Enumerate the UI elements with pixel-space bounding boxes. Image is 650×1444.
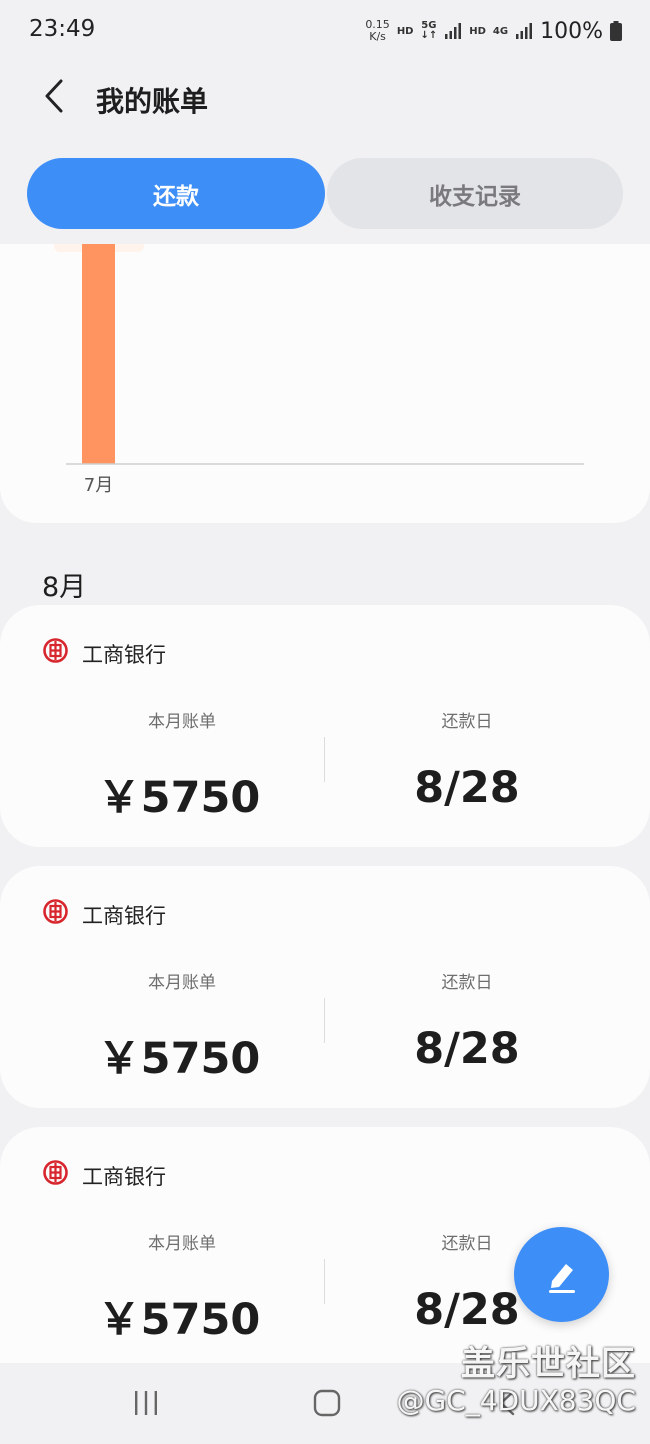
chart-bar[interactable] <box>82 244 115 464</box>
bank-name: 工商银行 <box>82 643 166 667</box>
battery-level: 100% <box>540 18 603 44</box>
signal-icon <box>445 23 462 39</box>
edit-icon <box>548 1263 575 1293</box>
page-title: 我的账单 <box>96 85 209 118</box>
bill-amount: ￥5750 <box>97 773 261 823</box>
bill-card[interactable]: 工商银行 本月账单 还款日 ￥5750 8/28 <box>0 605 650 847</box>
month-heading: 8月 <box>42 572 87 603</box>
repayment-chart: 7月 <box>0 244 650 523</box>
bill-amount-label: 本月账单 <box>148 1234 216 1254</box>
bill-amount-label: 本月账单 <box>148 712 216 732</box>
hd-icon: HD <box>396 25 414 37</box>
due-date-label: 还款日 <box>441 973 493 993</box>
bar-chart: 7月 <box>54 244 584 496</box>
watermark-title: 盖乐世社区 <box>461 1344 636 1384</box>
icbc-logo-icon <box>43 1160 68 1185</box>
tab-repayment[interactable]: 还款 <box>27 158 325 229</box>
back-button[interactable] <box>34 76 74 116</box>
home-icon[interactable] <box>313 1389 341 1417</box>
column-divider <box>324 737 325 782</box>
hd-icon-2: HD <box>469 25 486 37</box>
edit-fab-button[interactable] <box>514 1227 609 1322</box>
due-date: 8/28 <box>414 763 520 813</box>
status-bar: 23:49 0.15 K/s HD 5G ↓↑ HD 4G 100% <box>0 0 650 60</box>
icbc-logo-icon <box>43 899 68 924</box>
recent-apps-icon[interactable] <box>132 1389 160 1417</box>
5g-icon: 5G ↓↑ <box>420 20 438 41</box>
column-divider <box>324 1259 325 1304</box>
bank-name: 工商银行 <box>82 904 166 928</box>
chevron-left-icon <box>45 79 63 113</box>
signal-icon-2 <box>516 23 533 39</box>
column-divider <box>324 998 325 1043</box>
bill-amount: ￥5750 <box>97 1034 261 1084</box>
net-speed: 0.15 K/s <box>365 18 390 43</box>
bank-name: 工商银行 <box>82 1165 166 1189</box>
bill-amount: ￥5750 <box>97 1295 261 1345</box>
4g-icon: 4G <box>492 25 509 37</box>
icbc-logo-icon <box>43 638 68 663</box>
status-icons: 0.15 K/s HD 5G ↓↑ HD 4G 100% <box>365 14 622 48</box>
battery-icon <box>610 21 622 41</box>
x-tick-label: 7月 <box>84 475 113 496</box>
app-header: 我的账单 <box>0 66 650 132</box>
status-time: 23:49 <box>29 16 96 42</box>
tab-bar: 还款 收支记录 <box>27 158 623 229</box>
due-date: 8/28 <box>414 1024 520 1074</box>
watermark-user: @GC_4DUX83QC <box>396 1384 636 1417</box>
bill-amount-label: 本月账单 <box>148 973 216 993</box>
tab-income-expense[interactable]: 收支记录 <box>327 158 623 229</box>
due-date-label: 还款日 <box>441 712 493 732</box>
bill-card[interactable]: 工商银行 本月账单 还款日 ￥5750 8/28 <box>0 866 650 1108</box>
